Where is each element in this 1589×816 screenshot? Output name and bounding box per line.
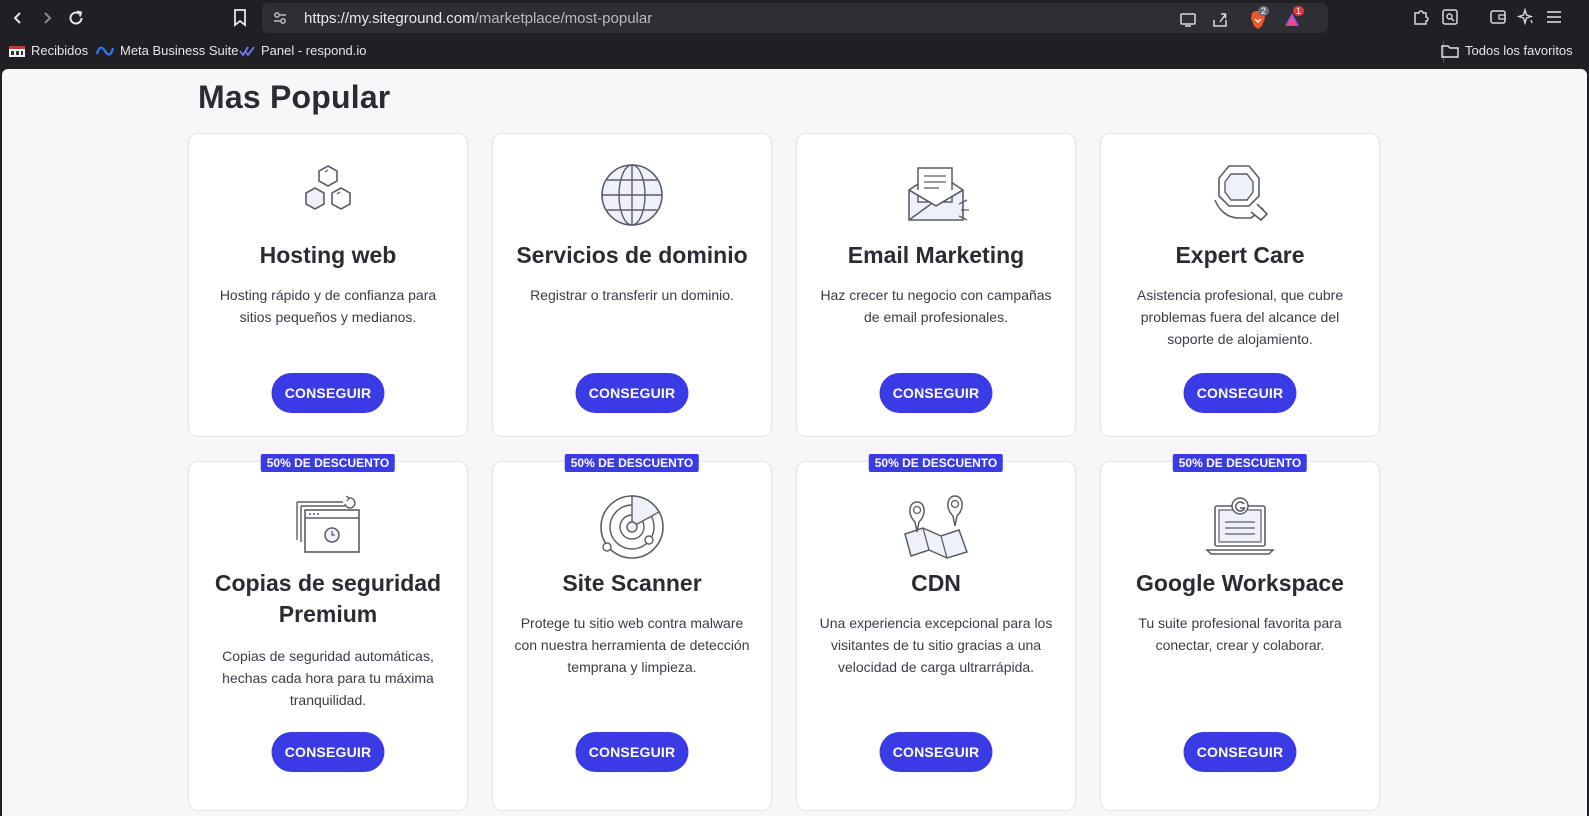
conseguir-button[interactable]: CONSEGUIR (879, 732, 993, 772)
back-button[interactable] (6, 6, 30, 30)
share-icon (1213, 13, 1227, 27)
conseguir-button[interactable]: CONSEGUIR (1183, 732, 1297, 772)
card-title: Expert Care (1175, 242, 1305, 268)
discount-badge: 50% DE DESCUENTO (1172, 454, 1308, 472)
brave-count-badge: 2 (1258, 6, 1270, 16)
product-card-cdn: 50% DE DESCUENTO CDN Una experiencia exc… (796, 454, 1076, 811)
respond-check-icon (239, 45, 255, 57)
inbox-favicon-icon (9, 45, 25, 57)
main-menu-button[interactable] (1542, 5, 1566, 29)
card-title: CDN (911, 570, 961, 596)
card-title: Google Workspace (1136, 570, 1344, 596)
reload-icon (69, 10, 83, 25)
conseguir-button[interactable]: CONSEGUIR (575, 732, 689, 772)
discount-badge: 50% DE DESCUENTO (564, 454, 700, 472)
card-description: Asistencia profesional, que cubre proble… (1136, 287, 1344, 347)
card-description: Registrar o transferir un dominio. (530, 287, 734, 303)
bookmark-page-button[interactable] (228, 6, 252, 30)
conseguir-button[interactable]: CONSEGUIR (271, 373, 385, 413)
card-description: Haz crecer tu negocio con campañas de em… (820, 287, 1052, 325)
alert-count-badge: 1 (1293, 6, 1305, 16)
forward-button[interactable] (35, 6, 59, 30)
care-hand-icon (1214, 165, 1269, 222)
card-description: Tu suite profesional favorita para conec… (1138, 615, 1342, 653)
bookmarks-bar: Recibidos Meta Business Suite Panel - re… (0, 35, 1589, 69)
browser-toolbar: https://my.siteground.com/marketplace/mo… (0, 0, 1589, 35)
share-button[interactable] (1208, 8, 1232, 32)
envelope-icon (908, 167, 969, 221)
bookmark-label: Panel - respond.io (261, 43, 367, 58)
folder-icon (1441, 44, 1459, 58)
rewards-button[interactable]: 1 (1280, 6, 1305, 32)
leo-ai-button[interactable] (1438, 5, 1462, 29)
card-description: Hosting rápido y de confianza para sitio… (219, 287, 437, 325)
product-card-google-workspace: 50% DE DESCUENTO Google Workspace Tu sui… (1100, 454, 1380, 811)
card-title: Email Marketing (847, 242, 1025, 268)
url-host: https://my.siteground.com (304, 10, 475, 27)
card-title: Site Scanner (562, 570, 702, 596)
address-bar[interactable]: https://my.siteground.com/marketplace/mo… (262, 3, 1328, 33)
reload-button[interactable] (64, 6, 88, 30)
card-description: Una experiencia excepcional para los vis… (819, 615, 1053, 675)
discount-badge: 50% DE DESCUENTO (260, 454, 396, 472)
product-card-email-marketing: Email Marketing Haz crecer tu negocio co… (796, 133, 1076, 437)
bookmark-meta-business-suite[interactable]: Meta Business Suite (96, 43, 239, 58)
conseguir-button[interactable]: CONSEGUIR (575, 373, 689, 413)
meta-logo-icon (96, 46, 114, 55)
product-card-site-scanner: 50% DE DESCUENTO Site Scanner Protege tu… (492, 454, 772, 811)
globe-icon (601, 164, 663, 226)
google-laptop-icon (1205, 497, 1275, 555)
cast-icon (1180, 13, 1196, 27)
page-title: Mas Popular (198, 79, 391, 115)
page-content: Mas Popular Hosting web Hosting rápido y… (2, 69, 1587, 816)
sparkle-icon (1517, 8, 1534, 26)
product-card-expert-care: Expert Care Asistencia profesional, que … (1100, 133, 1380, 437)
card-description: Protege tu sitio web contra malware con … (514, 615, 750, 675)
bookmark-label: Meta Business Suite (120, 43, 239, 58)
url-path: /marketplace/most-popular (474, 10, 653, 27)
all-favorites-label: Todos los favoritos (1465, 43, 1573, 58)
card-description: Copias de seguridad automáticas, hechas … (222, 648, 434, 708)
chevron-right-icon (44, 12, 52, 24)
product-card-copias-de-seguridad: 50% DE DESCUENTO Copias de seguridad Pre… (188, 454, 468, 811)
product-card-servicios-de-dominio: Servicios de dominio Registrar o transfe… (492, 133, 772, 437)
leo-sparkle-button[interactable] (1514, 5, 1538, 29)
chevron-left-icon (13, 12, 21, 24)
bookmark-all-favorites[interactable]: Todos los favoritos (1441, 43, 1573, 58)
wallet-button[interactable] (1486, 5, 1510, 29)
product-card-hosting-web: Hosting web Hosting rápido y de confianz… (188, 133, 468, 437)
bookmark-respond-io[interactable]: Panel - respond.io (239, 43, 367, 58)
card-title: Hosting web (259, 242, 397, 268)
search-panel-icon (1442, 9, 1458, 25)
conseguir-button[interactable]: CONSEGUIR (271, 732, 385, 772)
bookmark-icon (234, 9, 246, 27)
card-title: Servicios de dominio (516, 242, 748, 268)
bookmark-label: Recibidos (31, 43, 89, 58)
conseguir-button[interactable]: CONSEGUIR (879, 373, 993, 413)
conseguir-button[interactable]: CONSEGUIR (1183, 373, 1297, 413)
puzzle-icon (1414, 10, 1429, 25)
wallet-icon (1490, 10, 1506, 24)
cast-button[interactable] (1176, 8, 1200, 32)
card-title: Copias de seguridad Premium (214, 570, 442, 627)
hamburger-menu-icon (1547, 11, 1561, 23)
url-text[interactable]: https://my.siteground.com/marketplace/mo… (304, 10, 652, 27)
site-settings-icon (274, 12, 286, 24)
brave-shields-button[interactable]: 2 (1246, 6, 1270, 32)
radar-icon (600, 495, 664, 559)
discount-badge: 50% DE DESCUENTO (868, 454, 1004, 472)
bookmark-recibidos[interactable]: Recibidos (9, 43, 88, 58)
extensions-button[interactable] (1409, 5, 1433, 29)
map-pins-icon (904, 495, 968, 559)
hexagons-icon (305, 165, 351, 210)
backup-icon (296, 495, 360, 553)
